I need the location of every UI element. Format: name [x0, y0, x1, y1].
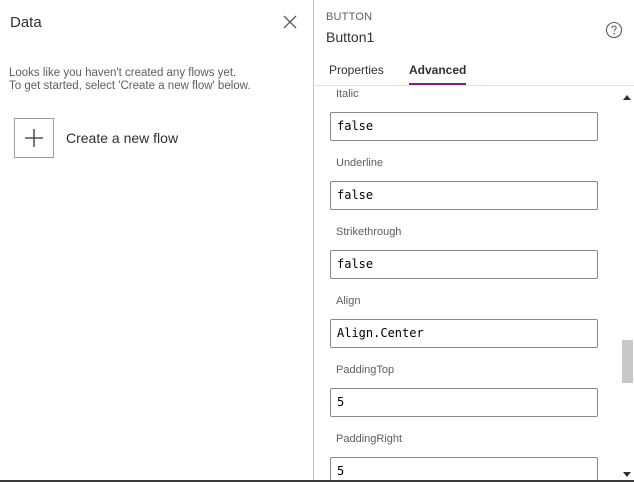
data-pane: Data Looks like you haven't created any …	[0, 0, 313, 482]
control-type: BUTTON	[326, 11, 373, 23]
property-label-paddingright: PaddingRight	[336, 433, 403, 445]
scrollbar-thumb[interactable]	[622, 340, 633, 383]
create-flow-button[interactable]: Create a new flow	[14, 118, 178, 158]
vertical-scrollbar[interactable]	[620, 86, 634, 482]
advanced-properties-list: Italic false Underline false Strikethrou…	[314, 86, 620, 482]
help-icon[interactable]	[605, 21, 623, 39]
tab-advanced[interactable]: Advanced	[409, 63, 467, 86]
scroll-up-icon[interactable]	[622, 90, 632, 100]
empty-state-line-2: To get started, select 'Create a new flo…	[9, 80, 251, 92]
empty-state-line-1: Looks like you haven't created any flows…	[9, 67, 237, 79]
control-name[interactable]: Button1	[326, 29, 374, 45]
close-icon[interactable]	[280, 12, 300, 32]
create-flow-label[interactable]: Create a new flow	[66, 130, 178, 146]
properties-pane: BUTTON Button1 Properties Advanced Itali…	[314, 0, 634, 482]
scroll-down-icon[interactable]	[622, 466, 632, 477]
property-input-italic[interactable]: false	[330, 112, 598, 141]
property-input-underline[interactable]: false	[330, 181, 598, 210]
property-input-strikethrough[interactable]: false	[330, 250, 598, 279]
property-label-strikethrough: Strikethrough	[336, 226, 402, 238]
tab-properties[interactable]: Properties	[329, 63, 384, 86]
tab-bar: Properties Advanced	[314, 60, 634, 86]
property-label-italic: Italic	[336, 88, 359, 100]
data-pane-title: Data	[10, 14, 42, 31]
property-label-paddingtop: PaddingTop	[336, 364, 395, 376]
property-label-align: Align	[336, 295, 361, 307]
empty-state-message: Looks like you haven't created any flows…	[9, 67, 309, 93]
property-input-paddingtop[interactable]: 5	[330, 388, 598, 417]
property-label-underline: Underline	[336, 157, 384, 169]
property-input-paddingright[interactable]: 5	[330, 457, 598, 482]
property-input-align[interactable]: Align.Center	[330, 319, 598, 348]
plus-icon[interactable]	[14, 118, 54, 158]
